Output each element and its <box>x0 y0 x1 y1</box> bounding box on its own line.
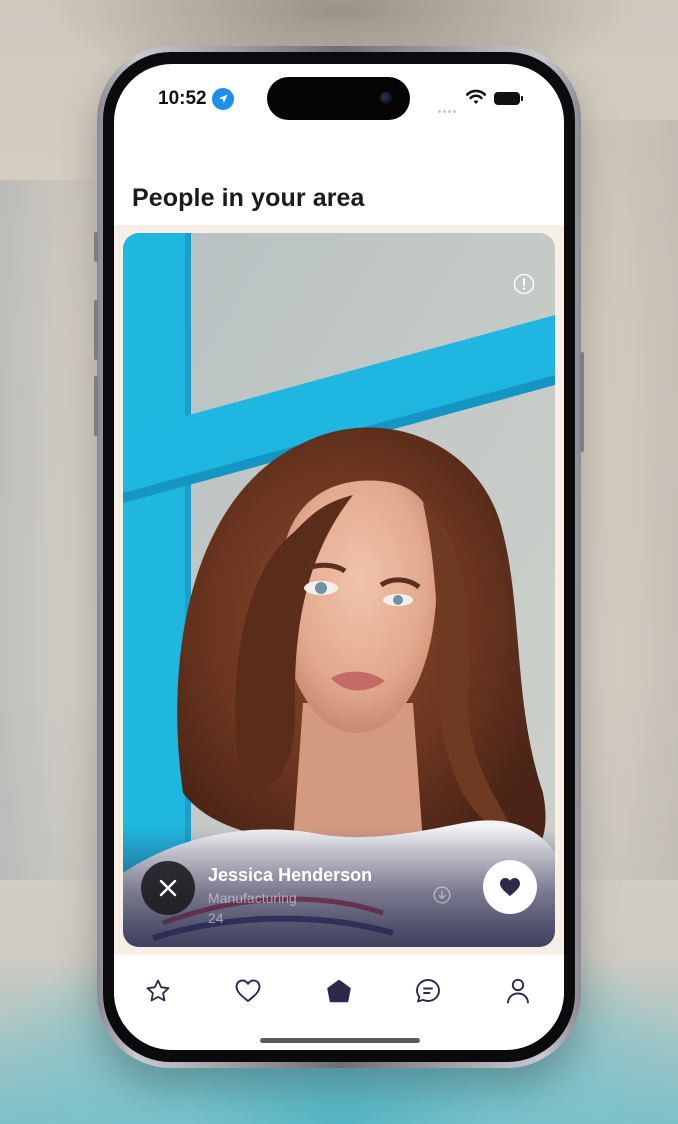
cellular-signal-icon <box>438 100 458 118</box>
heart-filled-icon <box>500 878 520 896</box>
tab-messages[interactable] <box>411 974 445 1008</box>
home-icon <box>327 979 351 1003</box>
report-icon[interactable] <box>513 273 535 300</box>
profile-age: 24 <box>208 910 224 926</box>
background-blur-left <box>0 180 110 880</box>
phone-side-button <box>94 232 98 262</box>
tab-favorites[interactable] <box>141 974 175 1008</box>
phone-power-button <box>580 352 584 452</box>
like-button[interactable] <box>483 860 537 914</box>
battery-icon <box>494 92 523 105</box>
home-indicator[interactable] <box>260 1038 420 1043</box>
phone-volume-up <box>94 300 98 360</box>
location-arrow-icon <box>212 88 234 110</box>
dynamic-island <box>267 77 410 120</box>
phone-volume-down <box>94 376 98 436</box>
profile-occupation: Manufacturing <box>208 890 297 906</box>
tab-profile[interactable] <box>501 974 535 1008</box>
chat-icon <box>416 979 440 1003</box>
profile-icon <box>507 978 529 1004</box>
dismiss-button[interactable] <box>141 861 195 915</box>
tab-bar <box>114 956 564 1024</box>
wifi-icon <box>465 89 487 110</box>
profile-name: Jessica Henderson <box>208 865 373 885</box>
star-icon <box>146 979 170 1002</box>
status-time: 10:52 <box>158 88 207 109</box>
page-title: People in your area <box>132 184 365 212</box>
profile-card[interactable]: Jessica Henderson Manufacturing 24 <box>123 233 555 947</box>
background-blur-right <box>568 120 678 880</box>
camera-icon <box>380 92 392 104</box>
tab-home[interactable] <box>322 974 356 1008</box>
expand-details-icon[interactable] <box>433 886 451 909</box>
close-icon <box>159 879 177 897</box>
tab-likes[interactable] <box>231 974 265 1008</box>
phone-screen: 10:52 People in your area Jessica Hender… <box>114 64 564 1050</box>
heart-icon <box>235 979 261 1002</box>
